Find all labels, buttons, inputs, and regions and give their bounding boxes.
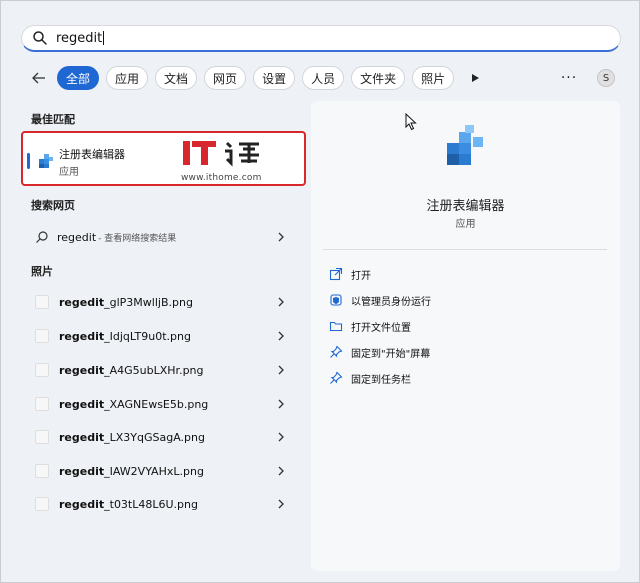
best-match-item[interactable]: 注册表编辑器 应用 www.ithome.com [21,131,306,186]
best-match-heading: 最佳匹配 [31,113,75,126]
ithome-logo-watermark [183,141,259,167]
registry-editor-icon [447,125,483,165]
filter-documents[interactable]: 文档 [155,66,198,90]
pin-icon [330,345,343,358]
filter-bar: 全部 应用 文档 网页 设置 人员 文件夹 照片 ··· S [27,65,621,91]
list-item[interactable]: regedit_IdjqLT9u0t.png [21,323,306,349]
web-search-query: regedit [57,230,97,244]
web-search-item[interactable]: regedit - 查看网络搜索结果 [21,225,306,249]
play-icon [472,74,480,82]
pin-icon [330,371,343,384]
chevron-right-icon [278,297,284,307]
file-name: regedit_IdjqLT9u0t.png [59,329,191,343]
avatar[interactable]: S [597,69,615,87]
search-window: regedit 全部 应用 文档 网页 设置 人员 文件夹 照片 ··· S 最… [0,0,640,583]
chevron-right-icon [278,232,284,242]
chevron-right-icon [278,466,284,476]
pin-to-taskbar-action[interactable]: 固定到任务栏 [329,368,411,388]
image-thumbnail-icon [35,397,49,411]
image-thumbnail-icon [35,464,49,478]
more-filters-button[interactable] [465,66,485,90]
filter-folders[interactable]: 文件夹 [351,66,406,90]
more-options-button[interactable]: ··· [557,67,581,89]
shield-icon [330,294,342,306]
pin-to-start-action[interactable]: 固定到"开始"屏幕 [329,342,430,362]
app-name: 注册表编辑器 [59,148,125,161]
file-name: regedit_t03tL48L6U.png [59,497,198,511]
image-thumbnail-icon [35,430,49,444]
search-icon [36,231,48,243]
divider [323,249,607,250]
back-button[interactable] [27,66,51,90]
app-type: 应用 [59,167,79,178]
file-name: regedit_A4G5ubLXHr.png [59,363,204,377]
chevron-right-icon [278,365,284,375]
image-thumbnail-icon [35,329,49,343]
list-item[interactable]: regedit_t03tL48L6U.png [21,491,306,517]
open-external-icon [329,267,343,281]
open-action[interactable]: 打开 [329,264,371,284]
image-thumbnail-icon [35,497,49,511]
web-search-description: - 查看网络搜索结果 [98,233,177,244]
watermark-url: www.ithome.com [181,173,262,183]
list-item[interactable]: regedit_glP3MwlljB.png [21,289,306,315]
file-name: regedit_LX3YqGSagA.png [59,430,205,444]
results-panel: 最佳匹配 注册表编辑器 应用 www.ithome.com 搜索网页 reged… [21,101,306,581]
detail-subtitle: 应用 [455,219,476,230]
action-label: 固定到"开始"屏幕 [351,348,431,360]
web-search-heading: 搜索网页 [31,199,75,212]
chevron-right-icon [278,432,284,442]
filter-settings[interactable]: 设置 [253,66,296,90]
chevron-right-icon [278,331,284,341]
filter-all[interactable]: 全部 [57,66,100,90]
filter-apps[interactable]: 应用 [106,66,149,90]
search-icon [33,31,47,45]
back-arrow-icon [32,72,45,84]
search-input[interactable]: regedit [56,31,102,46]
file-name: regedit_IAW2VYAHxL.png [59,464,204,478]
action-label: 打开文件位置 [351,322,411,334]
filter-web[interactable]: 网页 [204,66,247,90]
list-item[interactable]: regedit_A4G5ubLXHr.png [21,357,306,383]
folder-icon [329,321,343,332]
photos-heading: 照片 [31,265,53,278]
detail-title: 注册表编辑器 [426,199,505,214]
run-as-admin-action[interactable]: 以管理员身份运行 [329,290,431,310]
file-name: regedit_glP3MwlljB.png [59,295,193,309]
open-file-location-action[interactable]: 打开文件位置 [329,316,411,336]
list-item[interactable]: regedit_IAW2VYAHxL.png [21,458,306,484]
detail-panel: 注册表编辑器 应用 打开 以管理员身份运行 打开文件位置 固定到"开始"屏幕 固… [311,101,620,571]
selection-indicator [27,153,30,169]
file-name: regedit_XAGNEwsE5b.png [59,397,209,411]
action-label: 打开 [351,270,371,282]
search-box[interactable]: regedit [21,25,621,52]
action-label: 固定到任务栏 [351,374,411,386]
filter-people[interactable]: 人员 [302,66,345,90]
list-item[interactable]: regedit_LX3YqGSagA.png [21,424,306,450]
registry-editor-icon [39,154,53,168]
filter-photos[interactable]: 照片 [412,66,455,90]
chevron-right-icon [278,499,284,509]
image-thumbnail-icon [35,295,49,309]
text-caret [103,31,105,45]
action-label: 以管理员身份运行 [351,296,431,308]
chevron-right-icon [278,399,284,409]
image-thumbnail-icon [35,363,49,377]
list-item[interactable]: regedit_XAGNEwsE5b.png [21,391,306,417]
mouse-cursor-icon [405,113,417,131]
